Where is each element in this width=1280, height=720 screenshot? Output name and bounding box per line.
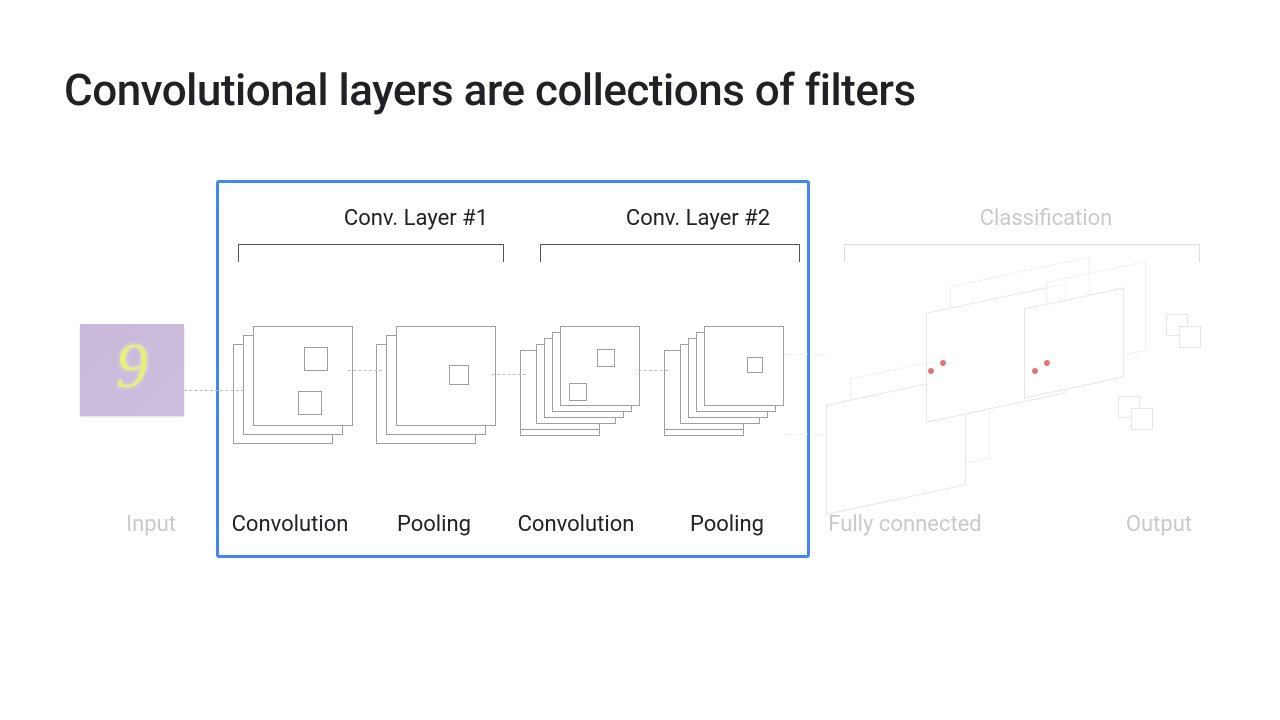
input-digit: 9 (116, 329, 148, 403)
conv-layer-1-header: Conv. Layer #1 (301, 206, 531, 231)
label-pooling-2: Pooling (674, 512, 780, 537)
label-convolution-1: Convolution (230, 512, 350, 537)
slide-title: Convolutional layers are collections of … (64, 64, 916, 116)
label-convolution-2: Convolution (516, 512, 636, 537)
cnn-diagram: Conv. Layer #1 Conv. Layer #2 Classifica… (48, 178, 1218, 578)
bracket-conv2 (540, 244, 800, 262)
label-fully-connected: Fully connected (820, 512, 990, 537)
bracket-conv1 (238, 244, 504, 262)
conv-layer-2-header: Conv. Layer #2 (568, 206, 828, 231)
label-input: Input (96, 512, 206, 537)
classification-header: Classification (916, 206, 1176, 231)
bracket-classification (844, 244, 1200, 262)
label-pooling-1: Pooling (384, 512, 484, 537)
label-output: Output (1104, 512, 1214, 537)
input-image: 9 (80, 324, 184, 416)
